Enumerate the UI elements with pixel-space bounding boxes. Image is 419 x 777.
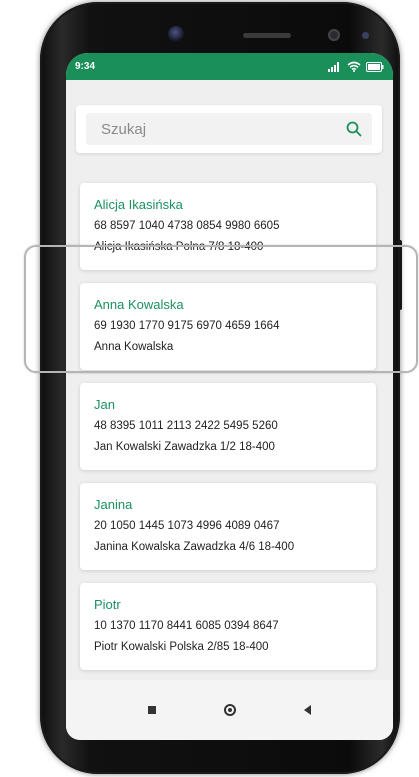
phone-screen: 9:34 Szukaj Alicja Ikasińska 68 8597 104… xyxy=(66,53,393,740)
signal-icon xyxy=(328,61,342,72)
contact-card[interactable]: Anna Kowalska 69 1930 1770 9175 6970 465… xyxy=(80,283,376,370)
contact-account-number: 20 1050 1445 1073 4996 4089 0467 xyxy=(94,520,280,532)
back-triangle-icon xyxy=(304,705,311,715)
home-circle-icon xyxy=(223,704,236,716)
android-nav-bar xyxy=(66,680,393,740)
contact-account-number: 68 8597 1040 4738 0854 9980 6605 xyxy=(94,220,280,232)
speaker-grille xyxy=(243,33,291,38)
contact-name: Anna Kowalska xyxy=(94,297,184,312)
contact-card[interactable]: Alicja Ikasińska 68 8597 1040 4738 0854 … xyxy=(80,183,376,270)
status-icons xyxy=(328,61,384,72)
status-time: 9:34 xyxy=(75,61,96,72)
light-sensor-icon xyxy=(362,32,369,39)
contact-description: Alicja Ikasińska Polna 7/8 18-400 xyxy=(94,241,264,253)
contact-name: Jan xyxy=(94,397,115,412)
contact-description: Janina Kowalska Zawadzka 4/6 18-400 xyxy=(94,541,295,553)
contact-name: Alicja Ikasińska xyxy=(94,197,183,212)
recents-square-icon xyxy=(147,706,156,714)
contact-description: Jan Kowalski Zawadzka 1/2 18-400 xyxy=(94,441,275,453)
stage: 9:34 Szukaj Alicja Ikasińska 68 8597 104… xyxy=(0,0,419,777)
main-content: Alicja Ikasińska 68 8597 1040 4738 0854 … xyxy=(66,80,393,680)
contact-card[interactable]: Janina 20 1050 1445 1073 4996 4089 0467 … xyxy=(80,483,376,570)
wifi-icon xyxy=(347,61,361,72)
contact-description: Anna Kowalska xyxy=(94,341,174,353)
contact-name: Piotr xyxy=(94,597,121,612)
home-button[interactable] xyxy=(220,700,240,720)
contact-account-number: 48 8395 1011 2113 2422 5495 5260 xyxy=(94,420,278,432)
search-input[interactable] xyxy=(99,119,338,139)
contact-name: Janina xyxy=(94,497,133,512)
battery-icon xyxy=(366,61,384,72)
back-button[interactable] xyxy=(298,700,318,720)
search-field[interactable] xyxy=(86,113,372,145)
contact-card[interactable]: Piotr 10 1370 1170 8441 6085 0394 8647 P… xyxy=(80,583,376,670)
search-icon[interactable] xyxy=(346,121,362,137)
recents-button[interactable] xyxy=(142,700,162,720)
contact-account-number: 69 1930 1770 9175 6970 4659 1664 xyxy=(94,320,280,332)
front-camera-icon xyxy=(168,26,184,42)
status-bar: 9:34 xyxy=(66,53,393,80)
contact-card[interactable]: Jan 48 8395 1011 2113 2422 5495 5260 Jan… xyxy=(80,383,376,470)
proximity-sensor-icon xyxy=(328,29,340,41)
contact-account-number: 10 1370 1170 8441 6085 0394 8647 xyxy=(94,620,279,632)
search-card xyxy=(76,105,382,153)
contact-description: Piotr Kowalski Polska 2/85 18-400 xyxy=(94,641,269,653)
